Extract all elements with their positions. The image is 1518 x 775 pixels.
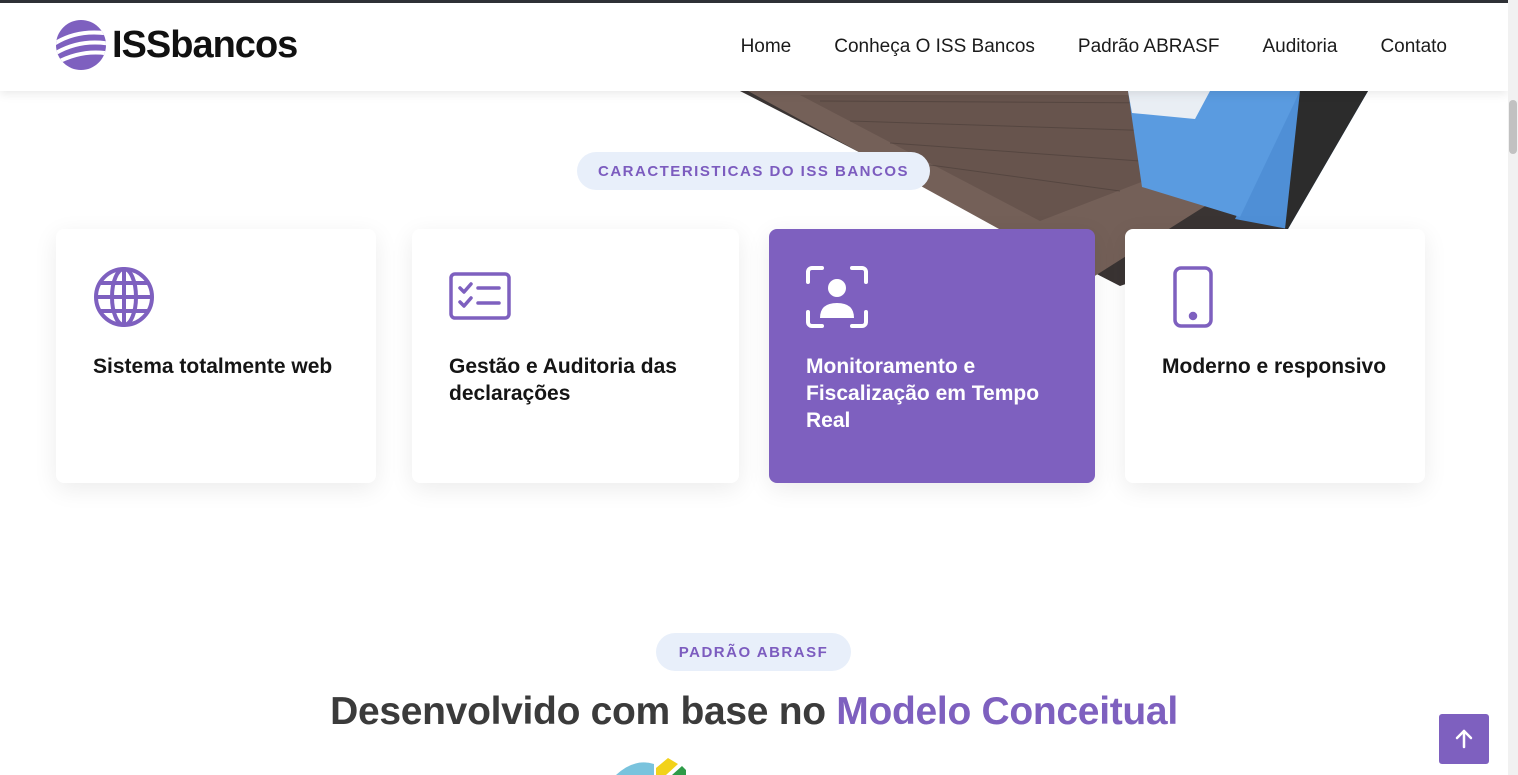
smartphone-icon bbox=[1173, 266, 1213, 328]
nav-contato[interactable]: Contato bbox=[1380, 36, 1447, 58]
page-scrollbar[interactable] bbox=[1508, 0, 1518, 775]
top-border bbox=[0, 0, 1508, 3]
feature-title: Sistema totalmente web bbox=[93, 355, 333, 378]
feature-card-gestao[interactable]: Gestão e Auditoria das declarações bbox=[412, 229, 739, 483]
abrasf-logo-partial bbox=[616, 758, 686, 775]
headline-accent: Modelo Conceitual bbox=[836, 690, 1178, 733]
user-scan-icon bbox=[806, 266, 868, 328]
nav-home[interactable]: Home bbox=[741, 36, 792, 58]
feature-card-responsivo[interactable]: Moderno e responsivo bbox=[1125, 229, 1425, 483]
feature-card-web[interactable]: Sistema totalmente web bbox=[56, 229, 376, 483]
nav-auditoria[interactable]: Auditoria bbox=[1262, 36, 1337, 58]
feature-title: Moderno e responsivo bbox=[1162, 355, 1387, 378]
main-nav: Home Conheça O ISS Bancos Padrão ABRASF … bbox=[698, 3, 1447, 91]
abrasf-badge: PADRÃO ABRASF bbox=[656, 633, 851, 671]
headline-prefix: Desenvolvido com base no bbox=[330, 690, 837, 733]
logo-mark-icon bbox=[56, 20, 106, 70]
scroll-to-top-button[interactable] bbox=[1439, 714, 1489, 764]
feature-title: Monitoramento e Fiscalização em Tempo Re… bbox=[806, 355, 1040, 432]
site-header: ISSbancos Home Conheça O ISS Bancos Padr… bbox=[0, 3, 1508, 91]
scrollbar-thumb[interactable] bbox=[1509, 100, 1517, 154]
nav-padrao-abrasf[interactable]: Padrão ABRASF bbox=[1078, 36, 1220, 58]
feature-title: Gestão e Auditoria das declarações bbox=[449, 355, 677, 405]
feature-card-monitoramento[interactable]: Monitoramento e Fiscalização em Tempo Re… bbox=[769, 229, 1095, 483]
nav-conheca[interactable]: Conheça O ISS Bancos bbox=[834, 36, 1035, 58]
arrow-up-icon bbox=[1455, 729, 1473, 749]
features-badge: CARACTERISTICAS DO ISS BANCOS bbox=[577, 152, 930, 190]
checklist-icon bbox=[449, 272, 511, 320]
logo[interactable]: ISSbancos bbox=[56, 20, 298, 70]
globe-icon bbox=[94, 267, 154, 327]
logo-text: ISSbancos bbox=[112, 24, 298, 66]
abrasf-headline: Desenvolvido com base no Modelo Conceitu… bbox=[0, 690, 1508, 734]
